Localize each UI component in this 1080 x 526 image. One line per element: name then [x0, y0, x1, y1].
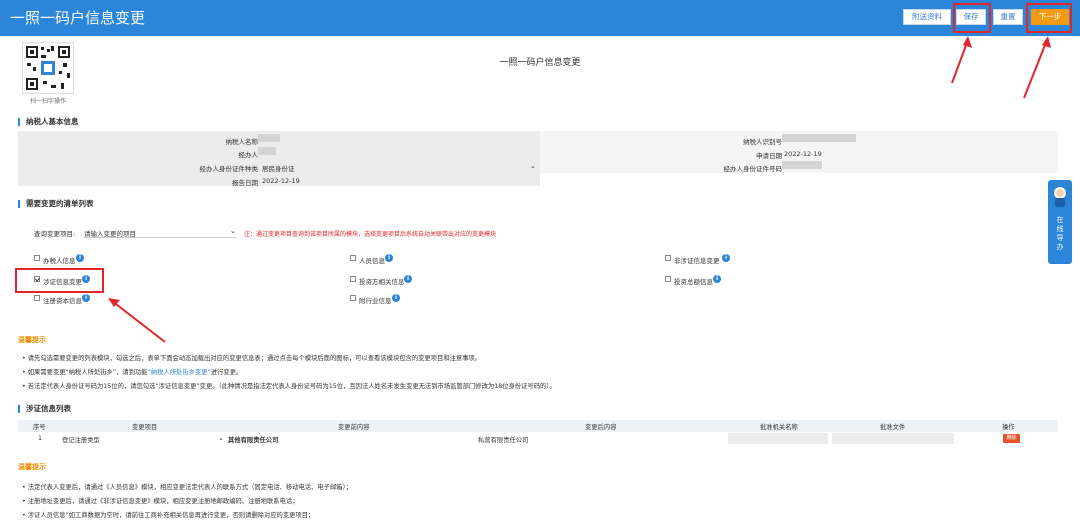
col-item: 变更项目 — [132, 424, 158, 431]
row-item-chevron-icon[interactable]: ⌄ — [218, 434, 224, 442]
tips1-line-1: • 请先勾选需要变更的列表模块，勾选之后，表单下面会动态加载出对应的变更信息表；… — [22, 355, 482, 362]
report-date-value: 2022-12-19 — [262, 177, 300, 185]
handler-value-redacted — [258, 147, 276, 155]
guide-avatar-icon — [1054, 187, 1066, 207]
industry-info-checkbox[interactable] — [350, 295, 356, 301]
annotation-arrows — [108, 36, 1051, 343]
handler-id-type-select[interactable]: 居民身份证 — [262, 163, 295, 173]
street-change-link[interactable]: “纳税人所处街乡变更” — [148, 369, 211, 376]
row-before: 其他有限责任公司 — [228, 437, 279, 444]
col-approver: 批准机关名称 — [760, 424, 798, 431]
col-action: 操作 — [1002, 424, 1015, 431]
handler-id-no-value-redacted — [782, 161, 822, 169]
investment-total-info-icon[interactable]: i — [713, 275, 721, 283]
cert-change-label: 涉证信息变更 — [43, 278, 82, 286]
taxpayer-id-value-redacted — [782, 134, 856, 142]
investor-info-info-icon[interactable]: i — [404, 275, 412, 283]
query-input-underline — [84, 237, 236, 238]
basic-info-section-title: 纳税人基本信息 — [18, 118, 79, 126]
taxpayer-name-value-redacted — [258, 134, 280, 142]
qr-code — [22, 42, 74, 94]
taxpayer-name-label: 纳税人名称 — [225, 138, 259, 146]
change-list-section-title: 需要变更的清单列表 — [18, 200, 94, 208]
col-index: 序号 — [33, 424, 46, 431]
query-note: 注：通过变更项目查询到该项目所属的模块，选择变更项目后系统自动关联带出对应的变更… — [244, 231, 497, 238]
online-guide-widget[interactable]: 在线导办 — [1048, 180, 1072, 264]
taxpayer-info-label: 办税人信息 — [43, 257, 76, 265]
qr-caption: 扫一扫字操作 — [29, 98, 66, 105]
tips2-line-1: • 法定代表人变更后，请通过《人员信息》模块，相应变更法定代表人的联系方式（固定… — [22, 484, 353, 491]
tips2-line-3: • 涉证人员信息”如工商数据为空时，请前往工商补充相关信息再进行变更，否则请删除… — [22, 512, 315, 519]
query-dropdown-icon[interactable]: ⌄ — [230, 227, 236, 235]
apply-date-label: 申请日期 — [756, 152, 782, 160]
apply-date-value: 2022-12-19 — [784, 150, 822, 158]
tips2-title: 温馨提示 — [18, 463, 46, 471]
industry-info-label: 附行业信息 — [359, 297, 392, 305]
tips1-title: 温馨提示 — [18, 336, 46, 344]
investment-total-label: 投资总额信息 — [674, 278, 713, 286]
handler-id-type-label: 经办人身份证件种类 — [199, 165, 259, 173]
cert-change-info-icon[interactable]: i — [82, 275, 90, 283]
registered-capital-checkbox[interactable] — [34, 295, 40, 301]
registered-capital-label: 注册资本信息 — [43, 297, 82, 305]
registered-capital-info-icon[interactable]: i — [82, 294, 90, 302]
cert-change-checkbox[interactable] — [34, 276, 40, 282]
taxpayer-info-checkbox[interactable] — [34, 255, 40, 261]
investment-total-checkbox[interactable] — [665, 276, 671, 282]
row-delete-button[interactable]: 删除 — [1003, 434, 1020, 443]
non-cert-change-info-icon[interactable]: i — [722, 254, 730, 262]
non-cert-change-checkbox[interactable] — [665, 255, 671, 261]
handler-label: 经办人 — [238, 151, 259, 159]
row-approval-doc-input[interactable] — [832, 433, 954, 444]
tips1-line-3: • 若法定代表人身份证号码为15位的，请您勾选“涉证信息变更”变更。（此种情况是… — [22, 383, 556, 390]
col-after: 变更后内容 — [585, 424, 617, 431]
report-date-label: 报告日期 — [232, 179, 258, 187]
industry-info-info-icon[interactable]: i — [392, 294, 400, 302]
non-cert-change-label: 非涉证信息变更 — [674, 257, 720, 265]
col-before: 变更前内容 — [338, 424, 370, 431]
col-approval-doc: 批准文件 — [880, 424, 906, 431]
tips1-line-2: • 如果需要变更“纳税人所处街乡”，请到功能“纳税人所处街乡变更”进行变更。 — [22, 369, 243, 376]
tips2-line-2: • 注册地址变更后，请通过《非涉证信息变更》模块，相应变更注册地邮政编码、注册地… — [22, 498, 299, 505]
investor-info-label: 投资方相关信息 — [359, 278, 405, 286]
query-item-label: 查询变更项目: — [34, 230, 76, 238]
personnel-info-label: 人员信息 — [359, 257, 385, 265]
personnel-info-info-icon[interactable]: i — [385, 254, 393, 262]
taxpayer-info-info-icon[interactable]: i — [76, 254, 84, 262]
row-item-select[interactable]: 登记注册类型 — [62, 435, 100, 444]
handler-id-no-label: 经办人身份证件号码 — [723, 165, 783, 173]
online-guide-label: 在线导办 — [1056, 216, 1064, 251]
row-index: 1 — [38, 435, 43, 442]
personnel-info-checkbox[interactable] — [350, 255, 356, 261]
investor-info-checkbox[interactable] — [350, 276, 356, 282]
chevron-down-icon[interactable]: ⌄ — [530, 162, 536, 170]
row-after: 私营有限责任公司 — [478, 437, 529, 444]
page-title: 一照一码户信息变更 — [499, 58, 581, 68]
row-approver-input[interactable] — [728, 433, 828, 444]
cert-table-section-title: 涉证信息列表 — [18, 405, 71, 413]
taxpayer-id-label: 纳税人识别号 — [743, 138, 782, 146]
